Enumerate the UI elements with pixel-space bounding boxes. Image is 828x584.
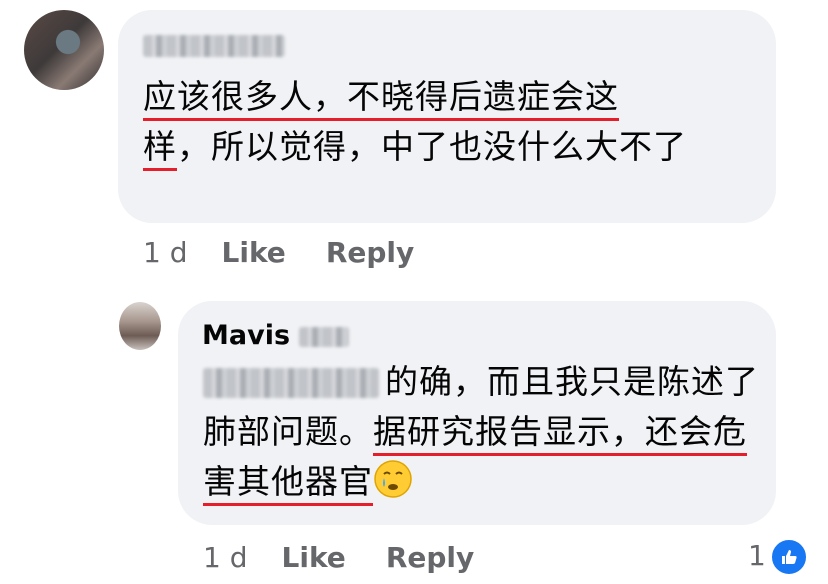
reply-button[interactable]: Reply	[326, 236, 414, 269]
commenter-avatar[interactable]	[24, 10, 104, 90]
reply-author-name[interactable]: Mavis	[202, 320, 290, 351]
reply-actions: 1 d Like Reply	[203, 541, 514, 574]
reply-author-avatar[interactable]	[119, 302, 161, 350]
reply-timestamp[interactable]: 1 d	[203, 541, 248, 574]
like-button[interactable]: Like	[222, 236, 286, 269]
reply-text: 的确，而且我只是陈述了肺部问题。据研究报告显示，还会危害其他器官	[203, 357, 763, 507]
comment-actions: 1 d Like Reply	[143, 236, 454, 269]
reply-like-button[interactable]: Like	[282, 541, 346, 574]
comment-text-underlined: 应该很多人，不晓得后遗症会这	[143, 77, 619, 121]
commenter-name-redacted[interactable]	[143, 35, 285, 57]
comment-text: 应该很多人，不晓得后遗症会这 样，所以觉得，中了也没什么大不了	[143, 72, 763, 172]
comment-text-rest: ，所以觉得，中了也没什么大不了	[177, 127, 687, 166]
crying-face-icon	[374, 460, 412, 498]
comment-text-underlined-2: 样	[143, 127, 177, 171]
reaction-count[interactable]: 1	[748, 539, 766, 572]
reply-author-lastname-redacted[interactable]	[299, 327, 349, 347]
comment-timestamp[interactable]: 1 d	[143, 236, 188, 269]
thumbs-up-icon[interactable]	[770, 538, 808, 576]
reply-reply-button[interactable]: Reply	[386, 541, 474, 574]
thumbs-up-glyph	[782, 550, 797, 564]
